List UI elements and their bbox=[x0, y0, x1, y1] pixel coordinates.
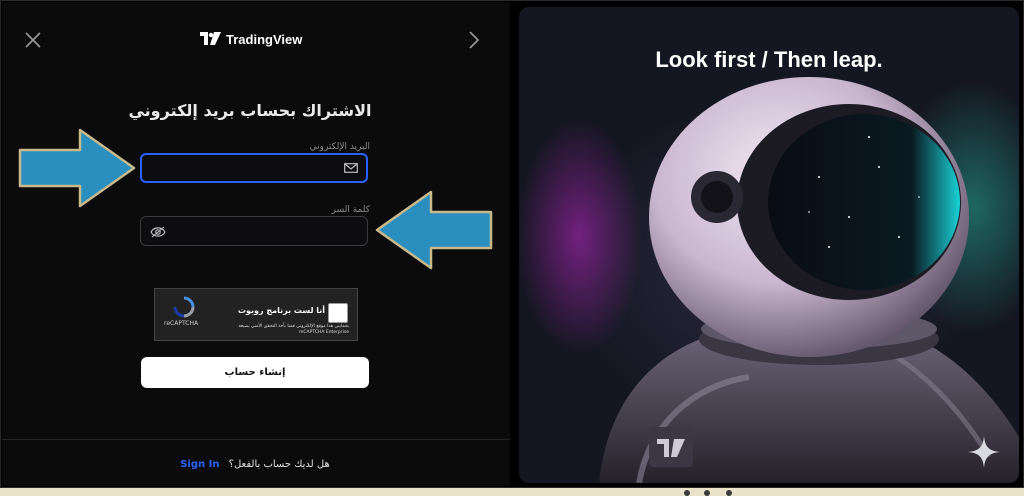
email-input[interactable] bbox=[150, 155, 334, 183]
footer-divider bbox=[2, 439, 510, 440]
astronaut-illustration bbox=[599, 77, 1019, 483]
tradingview-logo-icon bbox=[200, 32, 221, 45]
taskbar-dot bbox=[684, 490, 690, 496]
recaptcha-checkbox[interactable] bbox=[328, 303, 348, 323]
promo-panel: Look first / Then leap. bbox=[519, 7, 1019, 483]
password-field-box[interactable] bbox=[140, 216, 368, 247]
mail-icon bbox=[344, 163, 358, 173]
signin-prompt: Sign In هل لديك حساب بالفعل؟ bbox=[150, 459, 360, 470]
eye-icon[interactable] bbox=[150, 226, 166, 238]
taskbar-dot bbox=[704, 490, 710, 496]
password-input[interactable] bbox=[173, 217, 357, 247]
recaptcha-label: أنا لست برنامج روبوت bbox=[237, 306, 325, 315]
taskbar-dot bbox=[726, 490, 732, 496]
brand-name: TradingView bbox=[226, 31, 303, 47]
arrow-right-annotation bbox=[18, 128, 136, 208]
recaptcha-icon bbox=[173, 296, 195, 318]
sparkle-icon bbox=[968, 436, 1000, 468]
close-icon bbox=[25, 32, 41, 48]
recaptcha-widget: أنا لست برنامج روبوت بحمايتي هذا موقع ال… bbox=[154, 288, 358, 341]
create-account-button[interactable]: إنشاء حساب bbox=[141, 357, 369, 388]
email-field-box[interactable] bbox=[140, 153, 368, 183]
arrow-left-annotation bbox=[375, 190, 493, 270]
form-title: الاشتراك بحساب بريد إلكتروني bbox=[128, 101, 372, 120]
tradingview-logo: TradingView bbox=[200, 30, 302, 48]
recaptcha-brand: reCAPTCHA bbox=[164, 320, 199, 327]
signin-question: هل لديك حساب بالفعل؟ bbox=[228, 459, 330, 470]
chevron-right-icon bbox=[469, 31, 480, 49]
next-button[interactable] bbox=[466, 30, 482, 50]
close-button[interactable] bbox=[24, 31, 42, 49]
signin-link[interactable]: Sign In bbox=[180, 459, 219, 470]
email-label: البريد الإلكتروني bbox=[309, 142, 370, 152]
password-label: كلمة السر bbox=[331, 205, 370, 215]
taskbar-strip bbox=[0, 488, 1024, 496]
recaptcha-note: بحمايتي هذا موقع الإلكتروني قمنا بأخذ ال… bbox=[238, 324, 350, 335]
